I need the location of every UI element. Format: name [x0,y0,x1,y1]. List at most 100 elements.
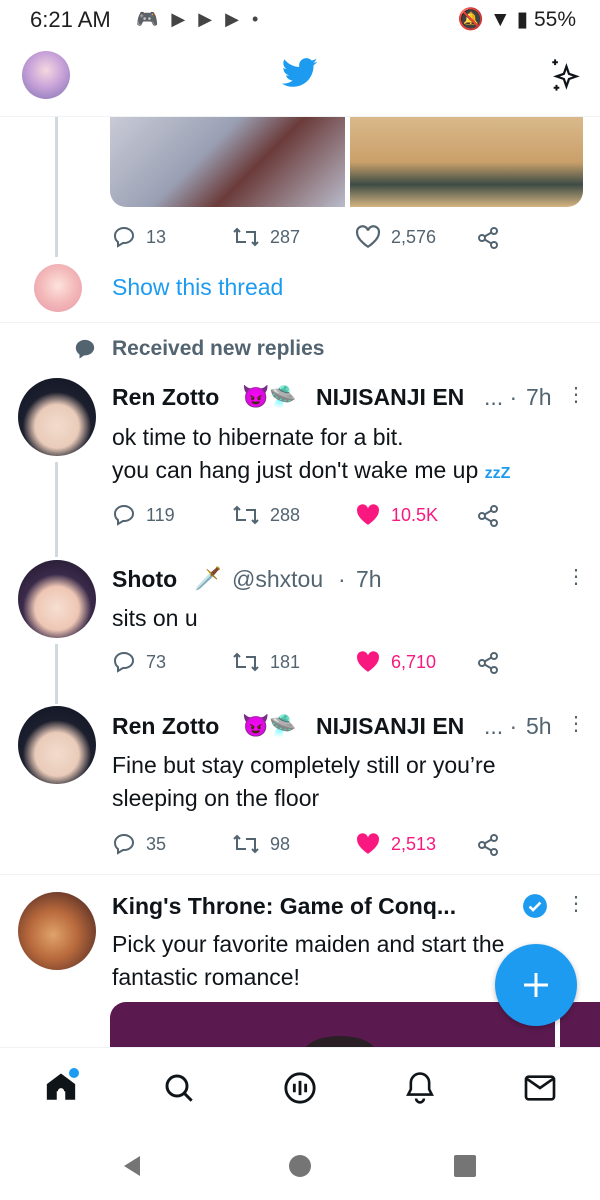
dot-separator: · [338,566,346,592]
retweet-count: 288 [270,504,301,525]
reply-icon [113,651,135,673]
section-label: Received new replies [112,337,325,360]
like-icon [357,651,380,672]
retweet-count: 287 [270,226,301,247]
like-count: 6,710 [391,651,437,672]
author-name[interactable]: Shoto [112,566,177,593]
nav-home[interactable] [44,1066,81,1104]
media-image-right[interactable] [350,117,583,207]
thread-avatar[interactable] [34,264,82,312]
tweet-avatar[interactable] [18,378,96,456]
reply-icon [113,504,135,526]
tweet-text-line: you can hang just don't wake me up zzZ [112,457,511,483]
retweet-icon [233,505,259,525]
tweet-header: Ren Zotto 😈🛸 NIJISANJI EN ... · 7h ⋮ [112,384,586,414]
share-icon[interactable] [476,833,500,857]
verified-badge-icon [523,894,547,918]
author-display-extra: NIJISANJI EN [316,713,465,739]
tweet-time: 7h [526,384,552,410]
retweet-action[interactable]: 287 [232,225,300,249]
divider [0,322,600,323]
status-right: 🔕 ▼ ▮ 55% [458,7,576,32]
reply-icon [113,833,135,855]
spaces-icon[interactable] [283,1071,317,1105]
reply-count: 13 [146,226,167,247]
reply-count: 119 [146,504,175,525]
notifications-icon[interactable] [404,1071,436,1105]
tweet-time: 7h [356,566,382,592]
thread-line [55,644,58,704]
share-icon[interactable] [476,651,500,675]
like-action[interactable]: 2,576 [355,225,436,249]
author-name[interactable]: Ren Zotto [112,384,219,411]
tweet-header: King's Throne: Game of Conq... ⋮ [112,893,586,923]
like-action[interactable]: 10.5K [355,503,438,527]
compose-icon [524,973,548,997]
tweet-avatar[interactable] [18,560,96,638]
more-icon[interactable]: ⋮ [566,711,586,736]
show-thread-link[interactable]: Show this thread [112,274,283,301]
reply-count: 35 [146,833,167,854]
top-bar [0,40,600,117]
retweet-action[interactable]: 181 [232,650,300,674]
tweet-avatar[interactable] [18,706,96,784]
new-content-dot [67,1066,81,1080]
mute-icon: 🔕 [457,8,485,31]
retweet-count: 181 [270,651,301,672]
home-circle-icon[interactable] [288,1154,312,1178]
tweet-text-line: sleeping on the floor [112,785,320,811]
retweet-icon [233,652,259,672]
back-icon[interactable] [120,1154,144,1178]
thread-line [55,462,58,557]
reply-action[interactable]: 35 [112,832,166,856]
messages-icon[interactable] [524,1074,556,1102]
retweet-action[interactable]: 288 [232,503,300,527]
share-icon[interactable] [476,504,500,528]
promoted-media[interactable] [110,1002,555,1047]
tweet-media-grid[interactable] [110,117,583,207]
divider [0,874,600,875]
author-emojis: 😈🛸 [242,713,297,738]
author-name[interactable]: Ren Zotto [112,713,219,740]
profile-avatar[interactable] [22,51,70,99]
thread-line [55,117,58,257]
search-icon[interactable] [163,1072,195,1104]
reply-action[interactable]: 119 [112,503,175,527]
twitter-bird-icon[interactable] [282,58,318,88]
more-icon[interactable]: ⋮ [566,564,586,589]
promoted-avatar[interactable] [18,892,96,970]
like-count: 2,576 [391,226,437,247]
like-action[interactable]: 2,513 [355,832,436,856]
reply-count: 73 [146,651,167,672]
retweet-icon [233,834,259,854]
media-image-left[interactable] [110,117,345,207]
compose-button[interactable] [495,944,577,1026]
tweet-text-line: ok time to hibernate for a bit. [112,424,404,450]
reply-action[interactable]: 73 [112,650,166,674]
status-time: 6:21 AM [30,7,111,32]
more-icon[interactable]: ⋮ [566,382,586,407]
sparkle-icon[interactable] [548,58,582,92]
author-handle[interactable]: @shxtou [232,566,323,593]
author-display-extra: NIJISANJI EN [316,384,465,410]
tweet-text: sits on u [112,605,198,631]
more-icon[interactable]: ⋮ [566,891,586,916]
battery-icon: ▮ [516,8,529,31]
tweet-header: Shoto 🗡️ @shxtou · 7h ⋮ [112,566,586,596]
retweet-action[interactable]: 98 [232,832,290,856]
like-action[interactable]: 6,710 [355,650,436,674]
author-emojis: 🗡️ [194,566,222,591]
retweet-count: 98 [270,833,291,854]
ellipsis-text: ... · [484,384,518,410]
system-nav-bar [0,1133,600,1200]
tweet-text: Fine but stay completely still or you’re… [112,749,582,815]
media-figure [305,1036,375,1047]
wifi-icon: ▼ [489,8,511,31]
author-name[interactable]: King's Throne: Game of Conq... [112,893,456,920]
recents-icon[interactable] [454,1155,476,1177]
like-count: 10.5K [391,504,439,525]
reply-action[interactable]: 13 [112,225,166,249]
share-icon[interactable] [476,226,500,250]
notification-icons: 🎮 ▶ ▶ ▶ • [136,9,263,29]
tweet-text-line: Fine but stay completely still or you’re [112,752,496,778]
